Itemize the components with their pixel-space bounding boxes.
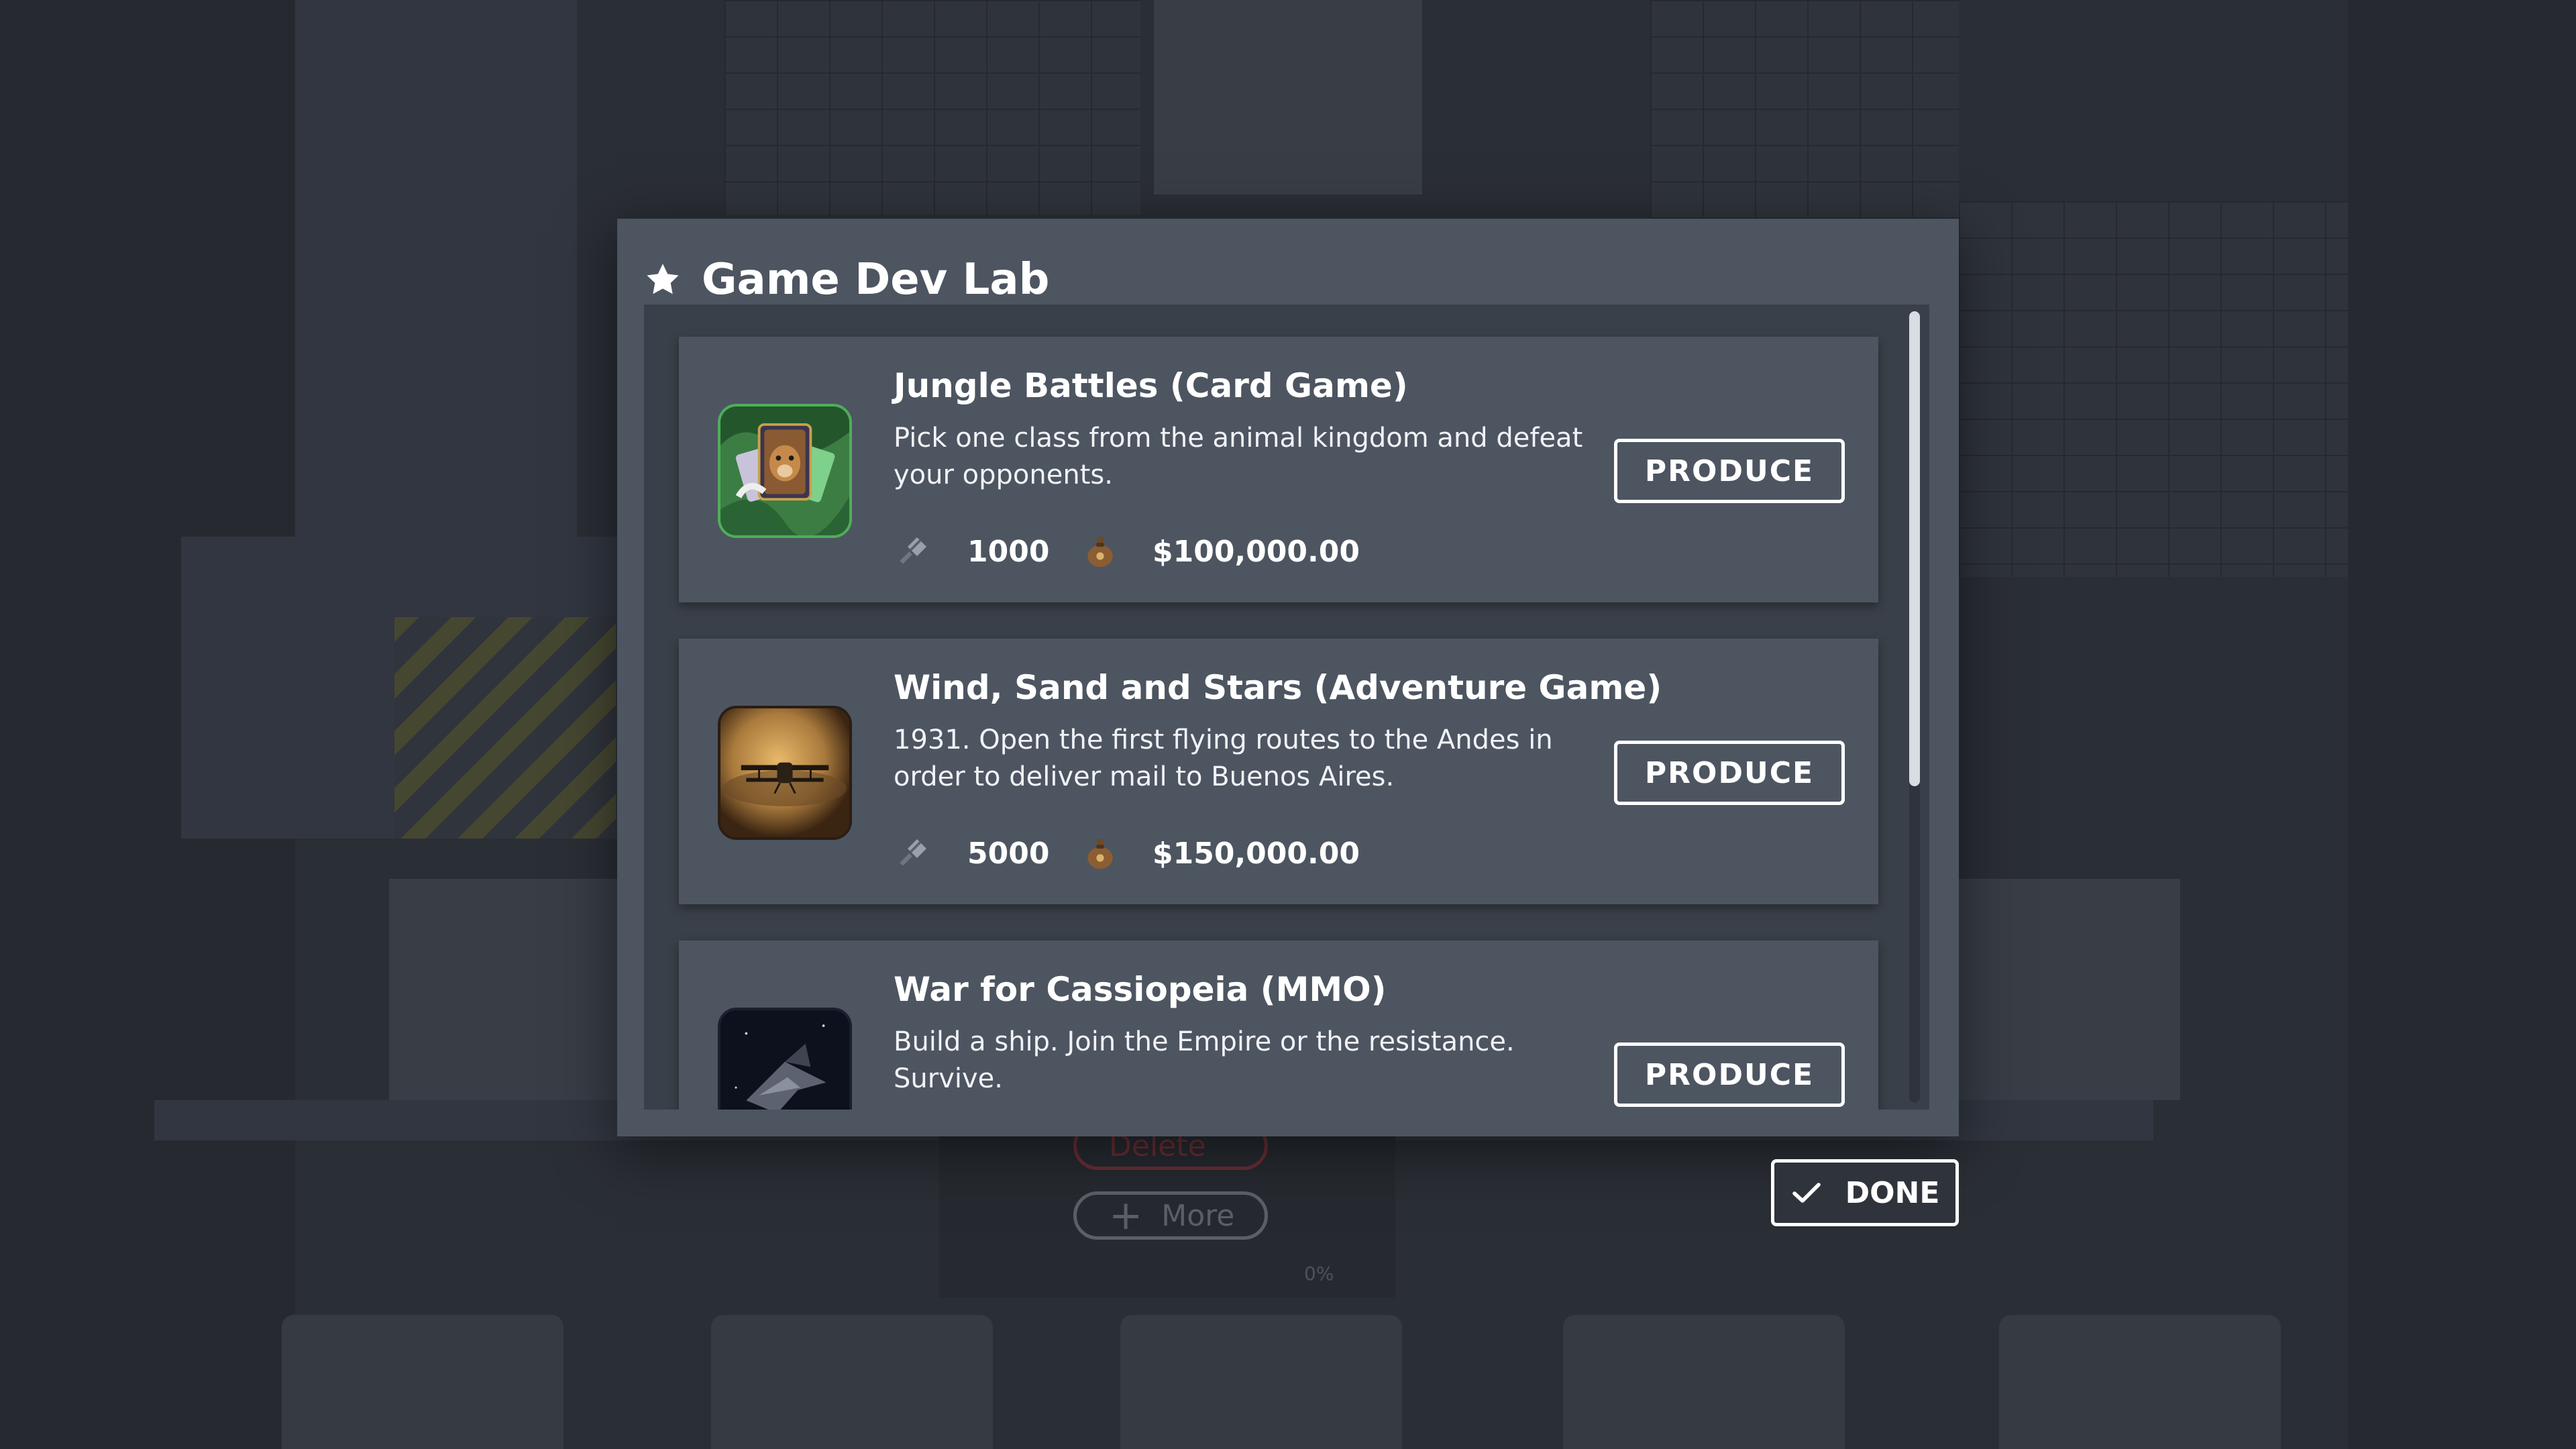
- tool-icon: [900, 839, 926, 866]
- game-units: 1000: [967, 534, 1050, 569]
- game-card: Wind, Sand and Stars (Adventure Game) 19…: [679, 639, 1878, 904]
- game-cost: $100,000.00: [1152, 534, 1360, 569]
- scrollbar[interactable]: [1909, 311, 1920, 1103]
- star-icon: [647, 264, 679, 294]
- game-description: Pick one class from the animal kingdom a…: [894, 423, 1583, 490]
- done-button[interactable]: DONE: [1771, 1159, 1959, 1226]
- game-description: Build a ship. Join the Empire or the res…: [894, 1026, 1515, 1094]
- produce-button[interactable]: PRODUCE: [1614, 439, 1845, 503]
- game-stats: 1000 $100,000.00: [894, 531, 1360, 572]
- checkmark-icon: [1792, 1183, 1821, 1203]
- done-label: DONE: [1845, 1175, 1940, 1210]
- money-bag-icon: [1087, 537, 1113, 568]
- game-list[interactable]: Jungle Battles (Card Game) Pick one clas…: [644, 305, 1929, 1110]
- game-name: Wind, Sand and Stars (Adventure Game): [894, 668, 1662, 707]
- game-description: 1931. Open the first flying routes to th…: [894, 724, 1553, 792]
- background-more-button: + More: [1073, 1191, 1268, 1240]
- biplane-thumbnail: [718, 706, 852, 840]
- scrollbar-thumb[interactable]: [1909, 311, 1920, 786]
- card-game-thumbnail: [718, 404, 852, 538]
- game-units: 5000: [967, 836, 1050, 871]
- tool-icon: [900, 537, 926, 564]
- produce-button[interactable]: PRODUCE: [1614, 1042, 1845, 1107]
- game-stats: 5000 $150,000.00: [894, 833, 1360, 873]
- game-card: Jungle Battles (Card Game) Pick one clas…: [679, 337, 1878, 602]
- money-bag-icon: [1087, 839, 1113, 869]
- game-dev-lab-dialog: Game Dev Lab Jungle Battles (Card Game) …: [617, 219, 1959, 1136]
- dialog-title: Game Dev Lab: [702, 255, 1050, 305]
- game-cost: $150,000.00: [1152, 836, 1360, 871]
- game-name: War for Cassiopeia (MMO): [894, 970, 1387, 1009]
- game-name: Jungle Battles (Card Game): [894, 366, 1408, 405]
- background-progress-text: 0%: [1304, 1263, 1334, 1285]
- produce-button[interactable]: PRODUCE: [1614, 741, 1845, 805]
- game-card: War for Cassiopeia (MMO) Build a ship. J…: [679, 941, 1878, 1110]
- spaceship-thumbnail: [718, 1008, 852, 1110]
